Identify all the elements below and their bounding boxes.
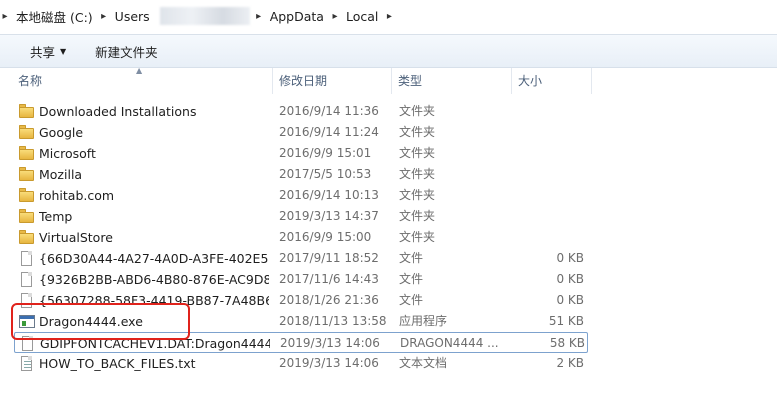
file-name: VirtualStore <box>39 230 113 245</box>
file-modified-date: 2016/9/9 15:00 <box>279 230 372 244</box>
file-modified-date: 2016/9/14 10:13 <box>279 188 379 202</box>
new-folder-button[interactable]: 新建文件夹 <box>81 35 173 67</box>
breadcrumb-separator-icon[interactable]: ▸ <box>330 11 340 22</box>
file-name: Microsoft <box>39 146 96 161</box>
file-modified-date: 2019/3/13 14:37 <box>279 209 379 223</box>
file-modified-date: 2016/9/14 11:24 <box>279 125 379 139</box>
file-type: 文件 <box>399 293 424 307</box>
file-modified-date: 2017/9/11 18:52 <box>279 251 379 265</box>
file-size: 0 KB <box>556 251 584 265</box>
file-modified-date: 2019/3/13 14:06 <box>280 336 380 350</box>
file-icon <box>19 272 35 287</box>
file-modified-date: 2018/1/26 21:36 <box>279 293 379 307</box>
file-size <box>514 206 584 227</box>
folder-icon <box>19 209 35 224</box>
folder-icon <box>19 146 35 161</box>
text-file-icon <box>19 356 35 371</box>
file-icon <box>19 251 35 266</box>
column-header-row: ▲ 名称 修改日期 类型 大小 <box>0 66 777 94</box>
breadcrumb-item-drive[interactable]: 本地磁盘 (C:) <box>10 7 99 26</box>
breadcrumb-separator-icon[interactable]: ▸ <box>0 11 10 22</box>
file-size <box>514 122 584 143</box>
file-row[interactable]: HOW_TO_BACK_FILES.txt 2019/3/13 14:06 文本文档… <box>14 353 588 374</box>
share-button[interactable]: 共享 ▼ <box>0 35 81 67</box>
file-size <box>514 164 584 185</box>
file-size: 2 KB <box>556 356 584 370</box>
file-type: 文件夹 <box>399 104 436 118</box>
folder-icon <box>19 104 35 119</box>
file-modified-date: 2016/9/14 11:36 <box>279 104 379 118</box>
file-type: 文件 <box>399 272 424 286</box>
file-type: 文件 <box>399 251 424 265</box>
file-name: {66D30A44-4A27-4A0D-A3FE-402E51... <box>39 251 269 266</box>
file-row[interactable]: {66D30A44-4A27-4A0D-A3FE-402E51... 2017/9… <box>14 248 588 269</box>
file-size <box>514 143 584 164</box>
file-row[interactable]: {9326B2BB-ABD6-4B80-876E-AC9D8... 2017/11… <box>14 269 588 290</box>
column-header-type[interactable]: 类型 <box>392 68 512 94</box>
file-type: 应用程序 <box>399 314 448 328</box>
redacted-username <box>159 7 250 25</box>
file-type: 文件夹 <box>399 146 436 160</box>
file-size <box>514 185 584 206</box>
folder-icon <box>19 230 35 245</box>
file-name: Temp <box>39 209 73 224</box>
file-size <box>514 101 584 122</box>
file-modified-date: 2016/9/9 15:01 <box>279 146 372 160</box>
file-modified-date: 2018/11/13 13:58 <box>279 314 387 328</box>
file-type: DRAGON4444 ... <box>400 336 499 350</box>
file-name: HOW_TO_BACK_FILES.txt <box>39 356 196 371</box>
folder-icon <box>19 167 35 182</box>
chevron-down-icon: ▼ <box>60 46 67 56</box>
file-row[interactable]: Google 2016/9/14 11:24 文件夹 <box>14 122 588 143</box>
file-name: Downloaded Installations <box>39 104 197 119</box>
file-size: 0 KB <box>556 272 584 286</box>
file-size: 0 KB <box>556 293 584 307</box>
file-row[interactable]: rohitab.com 2016/9/14 10:13 文件夹 <box>14 185 588 206</box>
file-type: 文件夹 <box>399 188 436 202</box>
breadcrumb-item-users[interactable]: Users <box>109 9 156 24</box>
new-folder-label: 新建文件夹 <box>95 44 158 60</box>
file-row[interactable]: VirtualStore 2016/9/9 15:00 文件夹 <box>14 227 588 248</box>
file-type: 文件夹 <box>399 209 436 223</box>
breadcrumb-separator-icon[interactable]: ▸ <box>99 11 109 22</box>
file-row[interactable]: Mozilla 2017/5/5 10:53 文件夹 <box>14 164 588 185</box>
file-type: 文件夹 <box>399 125 436 139</box>
share-label: 共享 <box>30 44 56 60</box>
address-bar[interactable]: ▸ 本地磁盘 (C:) ▸ Users ▸ AppData ▸ Local ▸ <box>0 0 777 35</box>
breadcrumb: ▸ 本地磁盘 (C:) ▸ Users ▸ AppData ▸ Local ▸ <box>0 4 394 28</box>
file-name: Mozilla <box>39 167 83 182</box>
command-toolbar: 共享 ▼ 新建文件夹 <box>0 35 777 68</box>
column-header-size[interactable]: 大小 <box>512 68 592 94</box>
file-size: 51 KB <box>548 314 584 328</box>
folder-icon <box>19 125 35 140</box>
file-type: 文件夹 <box>399 230 436 244</box>
breadcrumb-separator-icon[interactable]: ▸ <box>384 11 394 22</box>
column-header-date[interactable]: 修改日期 <box>273 68 392 94</box>
file-modified-date: 2017/5/5 10:53 <box>279 167 372 181</box>
breadcrumb-separator-icon[interactable]: ▸ <box>254 11 264 22</box>
file-name: rohitab.com <box>39 188 115 203</box>
file-name: Google <box>39 125 84 140</box>
file-row[interactable]: Temp 2019/3/13 14:37 文件夹 <box>14 206 588 227</box>
file-name: {9326B2BB-ABD6-4B80-876E-AC9D8... <box>39 272 269 287</box>
file-modified-date: 2017/11/6 14:43 <box>279 272 379 286</box>
file-size <box>514 227 584 248</box>
file-row[interactable]: Downloaded Installations 2016/9/14 11:36 文… <box>14 101 588 122</box>
file-type: 文本文档 <box>399 356 448 370</box>
file-type: 文件夹 <box>399 167 436 181</box>
highlight-annotation-box <box>11 303 190 340</box>
folder-icon <box>19 188 35 203</box>
file-row[interactable]: Microsoft 2016/9/9 15:01 文件夹 <box>14 143 588 164</box>
column-header-name[interactable]: 名称 <box>12 68 273 94</box>
file-size: 58 KB <box>549 336 585 350</box>
breadcrumb-item-local[interactable]: Local <box>340 9 384 24</box>
breadcrumb-item-appdata[interactable]: AppData <box>264 9 330 24</box>
file-modified-date: 2019/3/13 14:06 <box>279 356 379 370</box>
